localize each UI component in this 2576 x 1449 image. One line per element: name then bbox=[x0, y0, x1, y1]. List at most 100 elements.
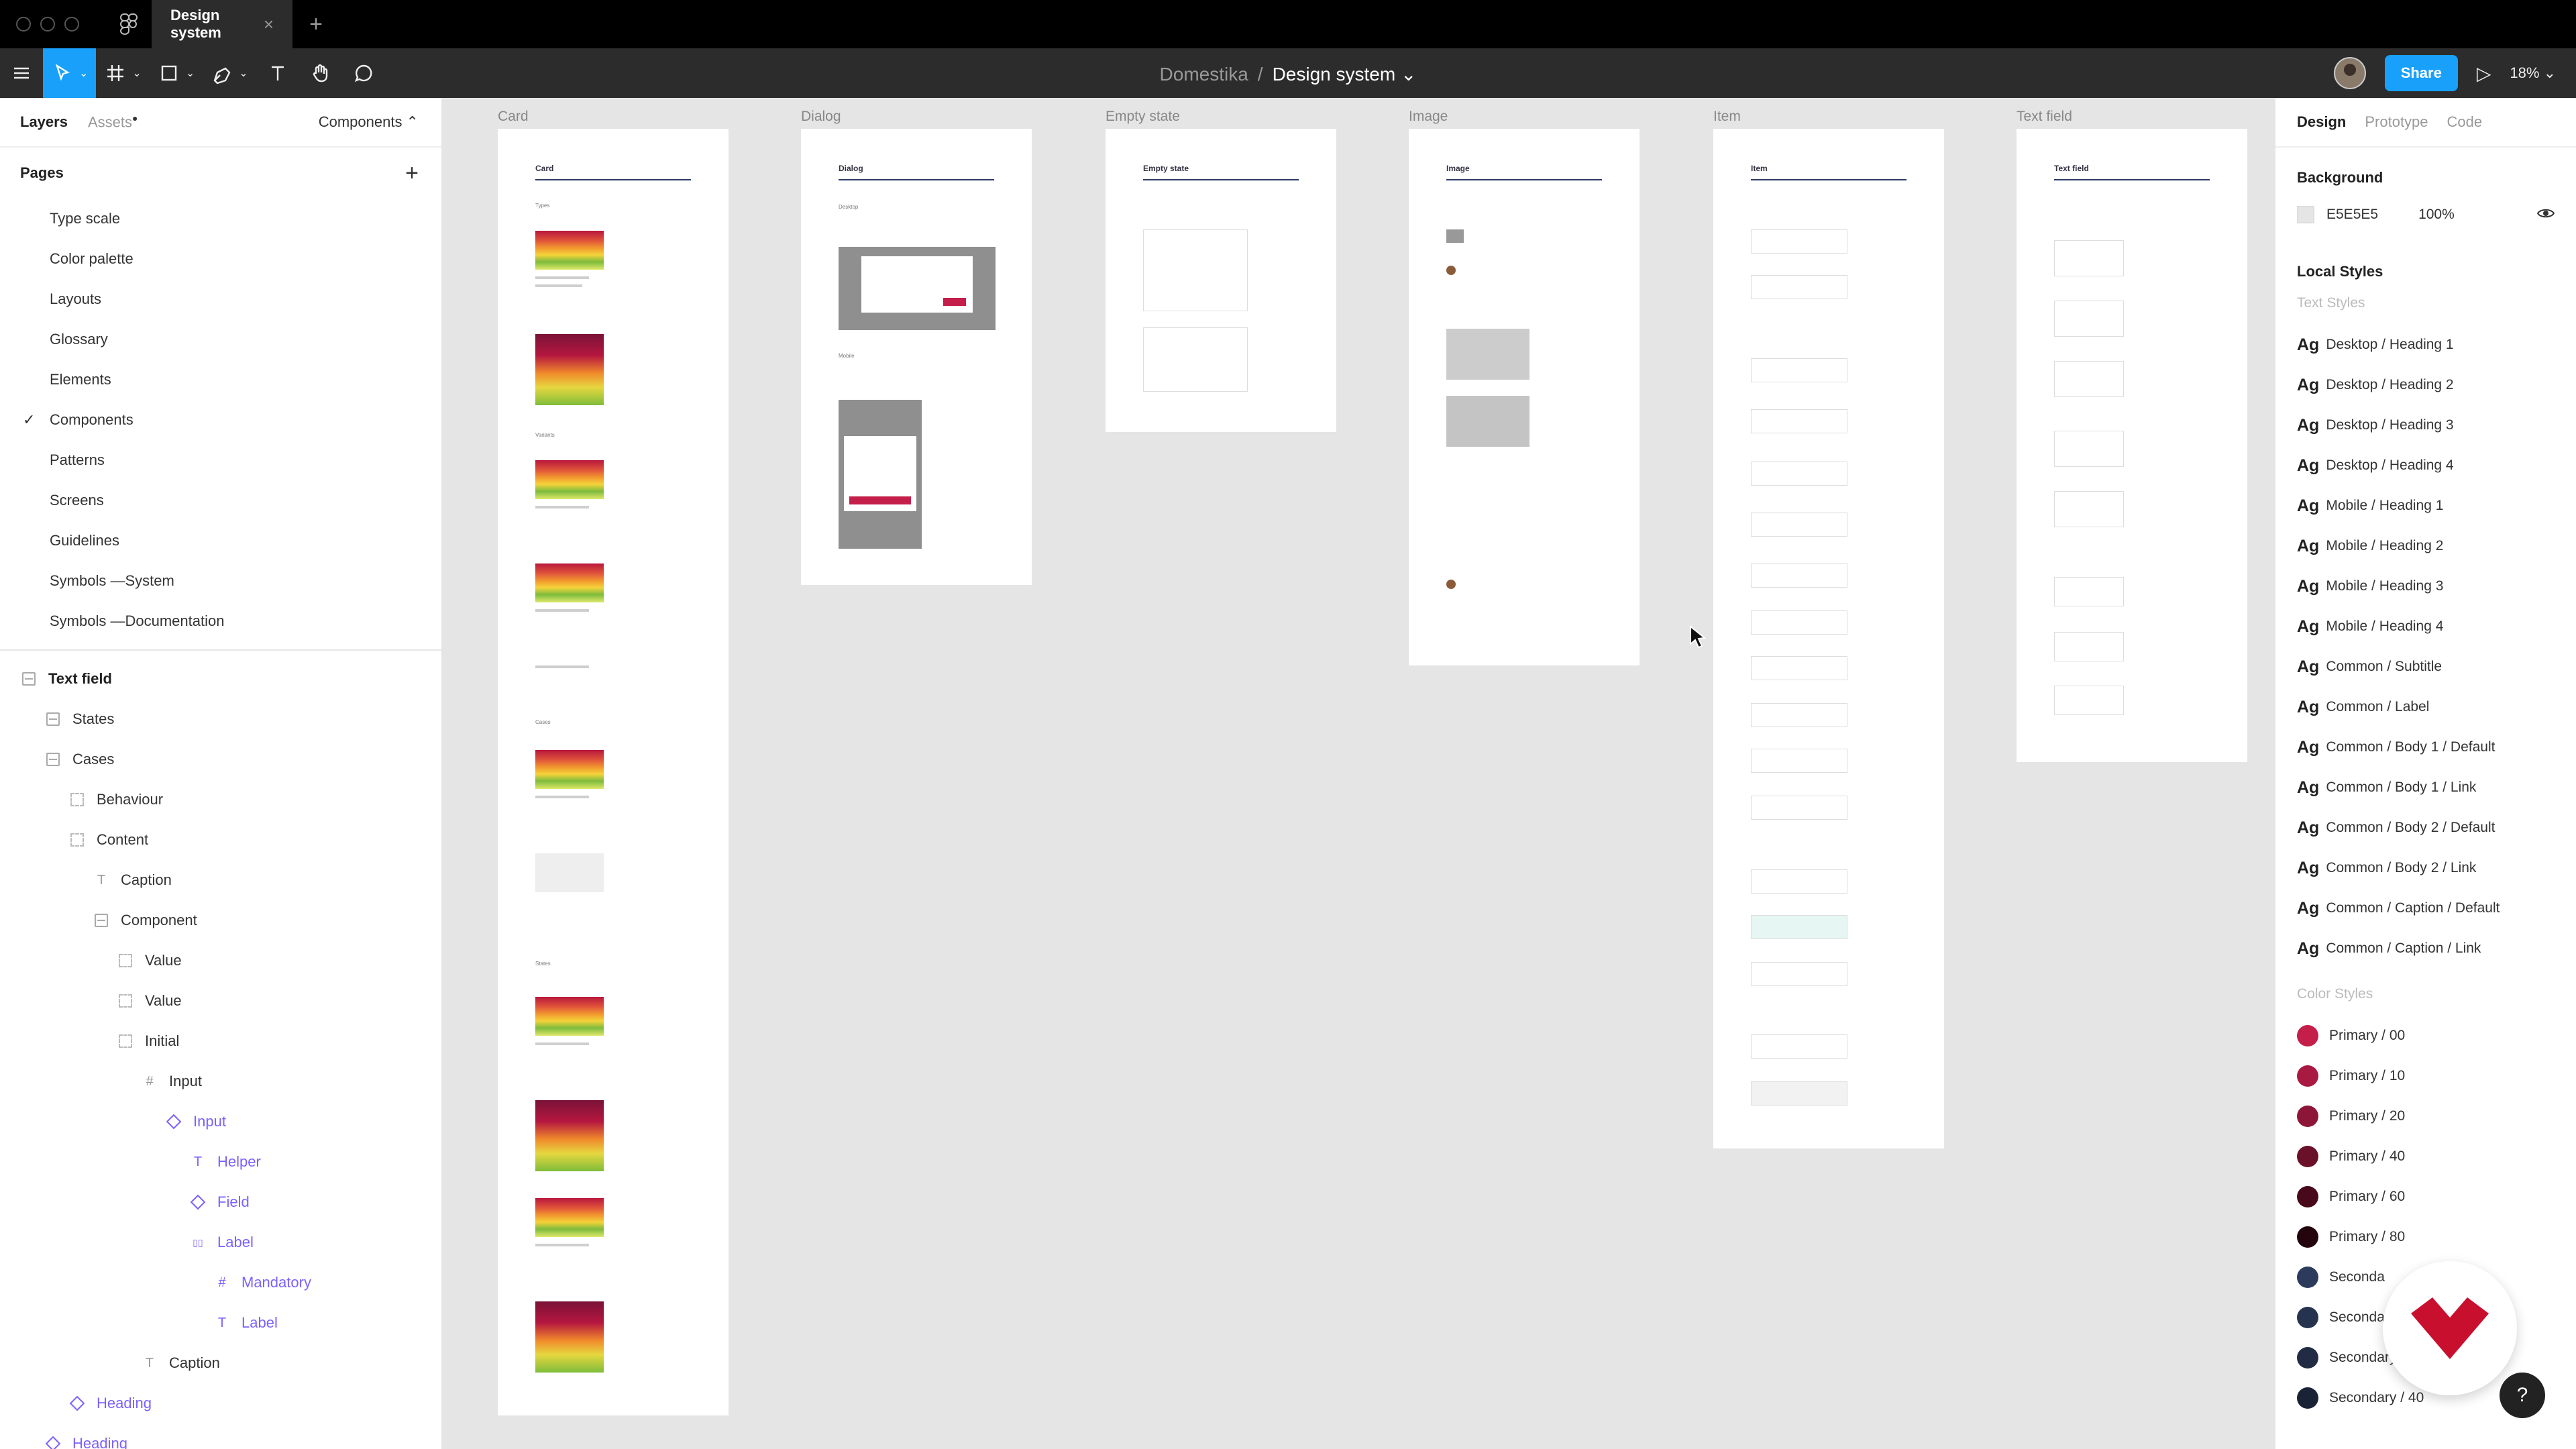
canvas[interactable]: Card Card Types Variants Cases States Di… bbox=[444, 98, 2273, 1449]
frame-dialog[interactable]: Dialog Desktop Mobile bbox=[801, 129, 1032, 585]
tab-design[interactable]: Design bbox=[2297, 113, 2346, 131]
background-opacity[interactable]: 100% bbox=[2418, 207, 2455, 223]
new-tab-button[interactable]: + bbox=[292, 0, 339, 48]
frame-label-item[interactable]: Item bbox=[1713, 109, 1741, 125]
layer-row[interactable]: Value bbox=[0, 981, 441, 1021]
background-hex[interactable]: E5E5E5 bbox=[2326, 207, 2378, 223]
layer-row[interactable]: Content bbox=[0, 820, 441, 860]
layer-row[interactable]: T Label bbox=[0, 1303, 441, 1343]
text-style-item[interactable]: Ag Desktop / Heading 3 bbox=[2297, 405, 2555, 445]
frame-label-image[interactable]: Image bbox=[1409, 109, 1448, 125]
frame-image[interactable]: Image bbox=[1409, 129, 1640, 665]
layer-row[interactable]: T Caption bbox=[0, 1343, 441, 1383]
tab-prototype[interactable]: Prototype bbox=[2365, 113, 2428, 131]
breadcrumb-project[interactable]: Domestika bbox=[1160, 64, 1248, 85]
layer-row[interactable]: Initial bbox=[0, 1021, 441, 1061]
text-style-item[interactable]: Ag Common / Caption / Default bbox=[2297, 888, 2555, 928]
window-maximize-button[interactable] bbox=[64, 17, 79, 32]
share-button[interactable]: Share bbox=[2384, 55, 2458, 91]
text-style-item[interactable]: Ag Desktop / Heading 4 bbox=[2297, 445, 2555, 486]
layer-row[interactable]: # Mandatory bbox=[0, 1263, 441, 1303]
tab-assets[interactable]: Assets● bbox=[88, 113, 138, 131]
add-page-icon[interactable]: + bbox=[405, 160, 419, 186]
page-item[interactable]: ✓ Components bbox=[0, 400, 441, 440]
layer-row[interactable]: Component bbox=[0, 900, 441, 941]
page-picker[interactable]: Components ⌃ bbox=[319, 113, 419, 131]
frame-empty-state[interactable]: Empty state bbox=[1106, 129, 1336, 432]
frame-text-field[interactable]: Text field bbox=[2017, 129, 2247, 762]
layer-row[interactable]: Cases bbox=[0, 739, 441, 780]
text-style-item[interactable]: Ag Common / Body 1 / Link bbox=[2297, 767, 2555, 808]
user-avatar[interactable] bbox=[2333, 57, 2366, 89]
chevron-down-icon[interactable]: ⌄ bbox=[1401, 64, 1416, 85]
tab-layers[interactable]: Layers bbox=[20, 113, 68, 131]
frame-label-text-field[interactable]: Text field bbox=[2017, 109, 2072, 125]
page-item[interactable]: Screens bbox=[0, 480, 441, 521]
text-style-item[interactable]: Ag Desktop / Heading 2 bbox=[2297, 365, 2555, 405]
frame-tool-button[interactable]: ⌄ bbox=[96, 48, 149, 98]
text-style-item[interactable]: Ag Mobile / Heading 1 bbox=[2297, 486, 2555, 526]
file-name[interactable]: Design system bbox=[1273, 64, 1396, 85]
domestika-plugin-button[interactable] bbox=[2383, 1261, 2517, 1395]
frame-card[interactable]: Card Types Variants Cases States bbox=[498, 129, 729, 1415]
layer-row[interactable]: # Input bbox=[0, 1061, 441, 1102]
help-button[interactable]: ? bbox=[2500, 1373, 2545, 1418]
text-style-item[interactable]: Ag Common / Body 2 / Link bbox=[2297, 848, 2555, 888]
main-menu-button[interactable] bbox=[0, 48, 43, 98]
text-style-item[interactable]: Ag Mobile / Heading 4 bbox=[2297, 606, 2555, 647]
tab-design-system[interactable]: Design system × bbox=[152, 0, 292, 48]
page-item[interactable]: Elements bbox=[0, 360, 441, 400]
layer-row[interactable]: T Caption bbox=[0, 860, 441, 900]
comment-tool-button[interactable] bbox=[342, 48, 385, 98]
text-tool-button[interactable] bbox=[256, 48, 299, 98]
text-style-item[interactable]: Ag Common / Subtitle bbox=[2297, 647, 2555, 687]
present-play-icon[interactable]: ▷ bbox=[2477, 62, 2491, 85]
hand-tool-button[interactable] bbox=[299, 48, 342, 98]
layer-row[interactable]: States bbox=[0, 699, 441, 739]
color-style-item[interactable]: Primary / 80 bbox=[2297, 1217, 2555, 1257]
layer-row[interactable]: T Helper bbox=[0, 1142, 441, 1182]
move-tool-button[interactable]: ⌄ bbox=[43, 48, 97, 98]
tab-code[interactable]: Code bbox=[2447, 113, 2483, 131]
layer-row[interactable]: Input bbox=[0, 1102, 441, 1142]
text-style-item[interactable]: Ag Common / Label bbox=[2297, 687, 2555, 727]
layer-row[interactable]: Heading bbox=[0, 1383, 441, 1424]
text-style-item[interactable]: Ag Common / Body 1 / Default bbox=[2297, 727, 2555, 767]
pen-tool-button[interactable]: ⌄ bbox=[203, 48, 256, 98]
tab-close-icon[interactable]: × bbox=[264, 14, 274, 35]
color-style-item[interactable]: Primary / 20 bbox=[2297, 1096, 2555, 1136]
text-style-item[interactable]: Ag Desktop / Heading 1 bbox=[2297, 325, 2555, 365]
window-close-button[interactable] bbox=[16, 17, 31, 32]
layer-row[interactable]: Value bbox=[0, 941, 441, 981]
window-minimize-button[interactable] bbox=[40, 17, 55, 32]
layer-row[interactable]: Heading bbox=[0, 1424, 441, 1449]
layer-row[interactable]: Behaviour bbox=[0, 780, 441, 820]
color-style-item[interactable]: Primary / 10 bbox=[2297, 1056, 2555, 1096]
color-style-item[interactable]: Primary / 40 bbox=[2297, 1136, 2555, 1177]
figma-home-icon[interactable] bbox=[107, 0, 152, 48]
page-item[interactable]: Symbols —Documentation bbox=[0, 601, 441, 641]
page-item[interactable]: Guidelines bbox=[0, 521, 441, 561]
text-style-item[interactable]: Ag Mobile / Heading 3 bbox=[2297, 566, 2555, 606]
frame-label-empty-state[interactable]: Empty state bbox=[1106, 109, 1180, 125]
page-item[interactable]: Type scale bbox=[0, 199, 441, 239]
page-item[interactable]: Symbols —System bbox=[0, 561, 441, 601]
layer-row[interactable]: Text field bbox=[0, 659, 441, 699]
color-style-item[interactable]: Primary / 60 bbox=[2297, 1177, 2555, 1217]
shape-tool-button[interactable]: ⌄ bbox=[150, 48, 203, 98]
layer-row[interactable]: ▯▯ Label bbox=[0, 1222, 441, 1263]
color-style-item[interactable]: Primary / 00 bbox=[2297, 1016, 2555, 1056]
text-style-item[interactable]: Ag Common / Body 2 / Default bbox=[2297, 808, 2555, 848]
text-style-item[interactable]: Ag Common / Caption / Link bbox=[2297, 928, 2555, 969]
eye-icon[interactable] bbox=[2536, 205, 2555, 224]
page-item[interactable]: Patterns bbox=[0, 440, 441, 480]
zoom-menu[interactable]: 18% ⌄ bbox=[2510, 64, 2556, 82]
page-item[interactable]: Color palette bbox=[0, 239, 441, 279]
layer-row[interactable]: Field bbox=[0, 1182, 441, 1222]
page-item[interactable]: Glossary bbox=[0, 319, 441, 360]
frame-label-card[interactable]: Card bbox=[498, 109, 529, 125]
frame-item[interactable]: Item bbox=[1713, 129, 1944, 1148]
frame-label-dialog[interactable]: Dialog bbox=[801, 109, 841, 125]
page-item[interactable]: Layouts bbox=[0, 279, 441, 319]
text-style-item[interactable]: Ag Mobile / Heading 2 bbox=[2297, 526, 2555, 566]
